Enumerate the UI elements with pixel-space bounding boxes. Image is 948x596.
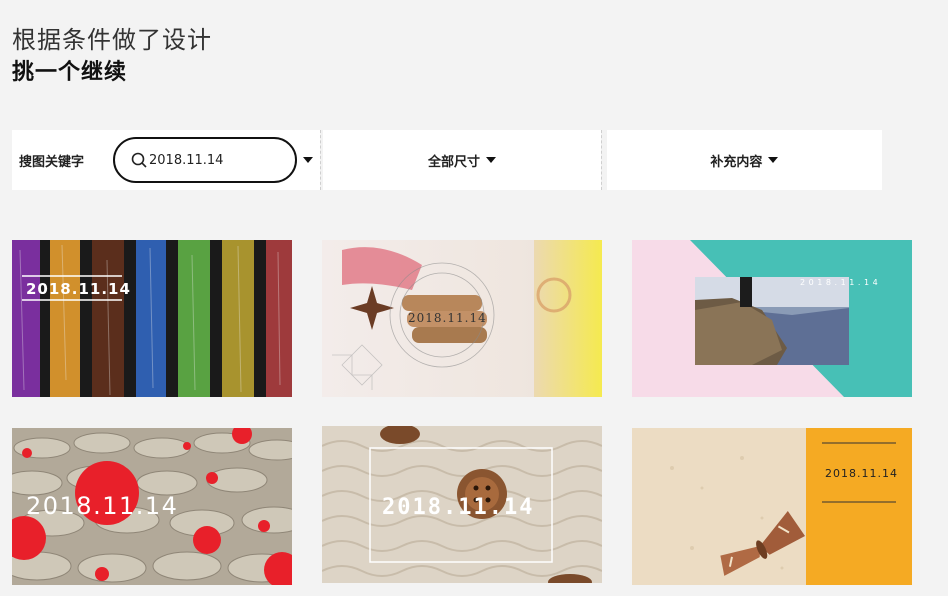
keyword-dropdown-caret[interactable] bbox=[303, 157, 313, 163]
search-input[interactable] bbox=[149, 152, 289, 168]
search-icon bbox=[131, 152, 147, 168]
design-card-4[interactable]: 2018.11.14 bbox=[12, 428, 292, 585]
heading-secondary: 挑一个继续 bbox=[12, 60, 128, 85]
divider bbox=[600, 130, 602, 190]
size-dropdown-label: 全部尺寸 bbox=[427, 154, 480, 170]
chevron-down-icon bbox=[768, 157, 779, 163]
extra-dropdown-label: 补充内容 bbox=[710, 154, 763, 170]
design-card-1[interactable]: 2018.11.14 bbox=[12, 240, 292, 397]
size-filter: 全部尺寸 bbox=[323, 130, 601, 190]
card-3-date: 2 0 1 8 . 1 1 . 1 4 bbox=[800, 278, 878, 287]
card-4-date: 2018.11.14 bbox=[26, 492, 178, 520]
card-2-date: 2018.11.14 bbox=[408, 311, 487, 325]
keyword-filter: 搜图关键字 bbox=[12, 130, 321, 190]
heading-primary: 根据条件做了设计 bbox=[12, 26, 212, 54]
divider bbox=[320, 130, 322, 190]
design-card-2[interactable]: 2018.11.14 bbox=[322, 240, 602, 397]
extra-filter: 补充内容 bbox=[606, 130, 882, 190]
design-card-3[interactable]: 2 0 1 8 . 1 1 . 1 4 bbox=[632, 240, 912, 397]
card-5-date: 2018.11.14 bbox=[382, 495, 534, 520]
size-dropdown[interactable]: 全部尺寸 bbox=[428, 151, 496, 170]
extra-dropdown[interactable]: 补充内容 bbox=[710, 151, 779, 170]
design-card-6[interactable]: 2018.11.14 bbox=[632, 428, 912, 585]
search-box[interactable] bbox=[113, 137, 297, 183]
design-card-5[interactable]: 2018.11.14 bbox=[322, 426, 602, 583]
card-1-date: 2018.11.14 bbox=[26, 280, 131, 298]
filter-bar: 搜图关键字 全部尺寸 补充内容 bbox=[12, 130, 882, 190]
chevron-down-icon bbox=[485, 157, 496, 163]
keyword-label: 搜图关键字 bbox=[19, 154, 85, 170]
card-6-date: 2018.11.14 bbox=[825, 467, 898, 480]
